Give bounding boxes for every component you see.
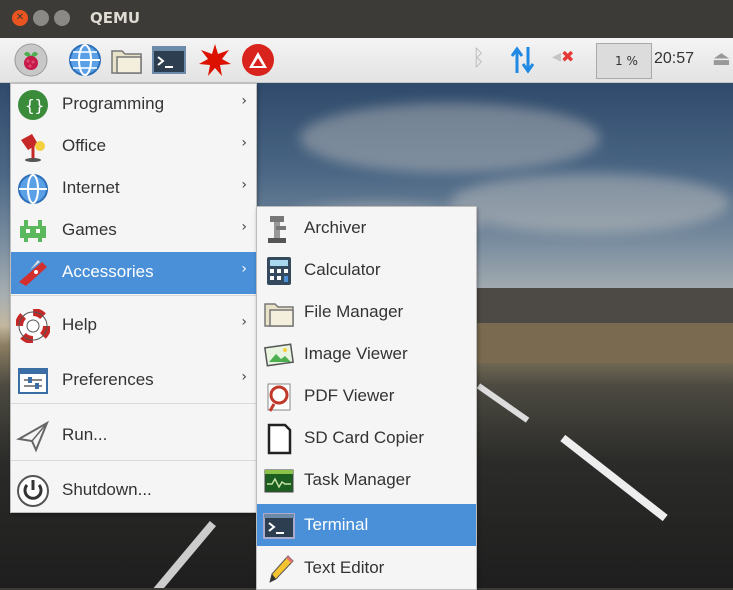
run-paperplane-icon [16, 420, 50, 453]
games-icon [20, 220, 46, 242]
power-icon [17, 475, 49, 507]
window-title: QEMU [90, 9, 141, 27]
calculator-icon [267, 257, 291, 285]
submenu-item-label: PDF Viewer [304, 386, 395, 405]
chevron-right-icon: › [241, 177, 247, 193]
raspberry-icon[interactable] [13, 42, 49, 78]
menu-item-label: Internet [62, 178, 120, 197]
sd-card-icon [267, 423, 292, 455]
submenu-item-pdf-viewer[interactable]: PDF Viewer [257, 375, 476, 417]
menu-item-office[interactable]: Office › [11, 126, 256, 168]
menu-item-label: Shutdown... [62, 480, 152, 499]
chevron-right-icon: › [241, 93, 247, 109]
menu-item-help[interactable]: Help › [11, 305, 256, 347]
terminal-icon[interactable] [151, 42, 187, 78]
menu-item-label: Accessories [62, 262, 154, 281]
road-marking [560, 434, 668, 522]
submenu-item-task-manager[interactable]: Task Manager [257, 459, 476, 501]
submenu-item-label: Image Viewer [304, 344, 408, 363]
submenu-item-label: Calculator [304, 260, 381, 279]
office-icon [21, 134, 45, 162]
folder-icon [264, 303, 294, 327]
mathematica-icon[interactable] [240, 42, 276, 78]
submenu-item-label: SD Card Copier [304, 428, 424, 447]
chevron-right-icon: › [241, 369, 247, 385]
chevron-right-icon: › [241, 135, 247, 151]
globe-icon [18, 174, 48, 204]
submenu-item-archiver[interactable]: Archiver [257, 207, 476, 249]
submenu-item-terminal[interactable]: Terminal [257, 504, 476, 546]
text-editor-icon [269, 555, 294, 583]
chevron-right-icon: › [241, 314, 247, 330]
applications-menu: {} Programming › Office › Internet › Games ›… [10, 83, 257, 513]
pdf-viewer-icon [267, 383, 291, 412]
network-arrows-icon[interactable] [509, 45, 537, 75]
menu-item-preferences[interactable]: Preferences › [11, 360, 256, 402]
submenu-item-image-viewer[interactable]: Image Viewer [257, 333, 476, 375]
menu-item-label: Help [62, 315, 97, 334]
menu-item-label: Games [62, 220, 117, 239]
bluetooth-icon[interactable]: ᛒ [472, 46, 485, 71]
accessories-icon [19, 260, 47, 286]
submenu-item-label: Terminal [304, 515, 369, 534]
menu-item-label: Run... [62, 425, 108, 444]
menu-item-accessories[interactable]: Accessories › [11, 252, 256, 294]
taskbar: ᛒ ◂✖ 1 % 20:57 ⏏ [0, 38, 733, 83]
submenu-item-calculator[interactable]: Calculator [257, 249, 476, 291]
chevron-right-icon: › [241, 219, 247, 235]
svg-text:{}: {} [25, 96, 44, 115]
road-marking [476, 383, 530, 423]
image-viewer-icon [264, 343, 294, 367]
close-window-button[interactable]: ✕ [12, 10, 28, 26]
chevron-right-icon: › [241, 261, 247, 277]
task-manager-icon [264, 469, 294, 493]
cpu-usage-text: 1 % [615, 54, 638, 68]
globe-icon[interactable] [67, 42, 103, 78]
road-marking [152, 520, 216, 588]
menu-item-programming[interactable]: {} Programming › [11, 84, 256, 126]
menu-item-internet[interactable]: Internet › [11, 168, 256, 210]
submenu-item-sd-card-copier[interactable]: SD Card Copier [257, 417, 476, 459]
menu-item-label: Office [62, 136, 107, 155]
menu-item-games[interactable]: Games › [11, 210, 256, 252]
programming-icon: {} [18, 90, 48, 120]
menu-separator [11, 403, 256, 404]
menu-item-label: Programming [62, 94, 165, 113]
accessories-submenu: Archiver Calculator File Manager Image V… [256, 206, 477, 590]
submenu-item-file-manager[interactable]: File Manager [257, 291, 476, 333]
terminal-icon [263, 513, 295, 539]
eject-icon[interactable]: ⏏ [712, 46, 731, 70]
menu-item-shutdown[interactable]: Shutdown... [11, 470, 256, 512]
submenu-item-label: Task Manager [304, 470, 411, 489]
submenu-item-label: File Manager [304, 302, 404, 321]
wolfram-icon[interactable] [197, 42, 233, 78]
submenu-item-text-editor[interactable]: Text Editor [257, 547, 476, 589]
help-lifebuoy-icon [16, 309, 50, 343]
archiver-icon [268, 216, 286, 243]
submenu-item-label: Archiver [304, 218, 367, 237]
volume-muted-icon[interactable]: ◂✖ [552, 46, 574, 67]
close-icon: ✕ [15, 12, 25, 23]
minimize-window-button[interactable] [33, 10, 49, 26]
preferences-icon [18, 368, 48, 394]
cpu-usage-monitor[interactable]: 1 % [596, 43, 652, 79]
folder-icon[interactable] [109, 42, 145, 78]
window-titlebar: ✕ QEMU [0, 0, 733, 39]
menu-separator [11, 460, 256, 461]
clock[interactable]: 20:57 [654, 50, 694, 68]
menu-item-run[interactable]: Run... [11, 415, 256, 457]
menu-separator [11, 295, 256, 296]
menu-item-label: Preferences [62, 370, 154, 389]
submenu-item-label: Text Editor [304, 558, 385, 577]
maximize-window-button[interactable] [54, 10, 70, 26]
